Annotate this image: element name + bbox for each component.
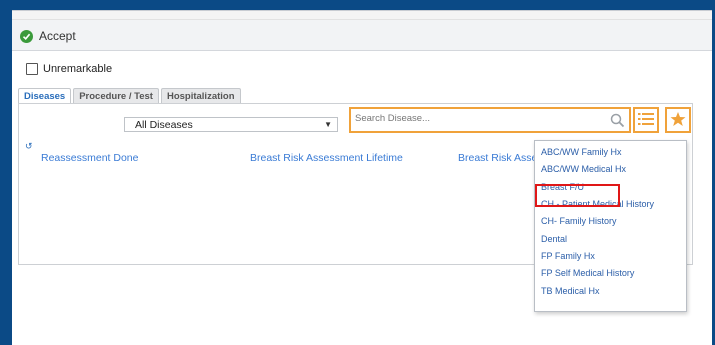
refresh-icon[interactable]: ↺	[25, 141, 33, 152]
chevron-down-icon: ▼	[324, 120, 332, 129]
highlight-annotation-box	[535, 184, 620, 207]
unremarkable-label: Unremarkable	[43, 63, 113, 75]
star-icon	[670, 111, 686, 130]
main-panel: Accept Unremarkable Diseases Procedure /…	[12, 10, 712, 345]
list-icon	[638, 112, 654, 129]
favorites-button[interactable]	[665, 107, 691, 133]
accept-label: Accept	[39, 29, 76, 43]
category-dropdown-menu: ABC/WW Family Hx ABC/WW Medical Hx Breas…	[534, 140, 687, 312]
tab-diseases[interactable]: Diseases	[18, 88, 72, 104]
dropdown-item[interactable]: ABC/WW Medical Hx	[541, 164, 626, 174]
search-icon[interactable]	[610, 113, 625, 131]
disease-link[interactable]: Breast Risk Assessment Lifetime	[250, 152, 403, 164]
toolbar: Accept	[12, 20, 712, 51]
disease-link[interactable]: Reassessment Done	[41, 152, 138, 164]
disease-filter-select[interactable]: All Diseases ▼	[124, 117, 338, 132]
dropdown-item[interactable]: TB Medical Hx	[541, 286, 600, 296]
check-circle-icon	[20, 29, 33, 43]
disease-link[interactable]: Breast Risk Asses	[458, 152, 543, 164]
unremarkable-option[interactable]: Unremarkable	[26, 63, 112, 75]
tab-procedure-test[interactable]: Procedure / Test	[73, 88, 159, 104]
accept-button[interactable]: Accept	[20, 27, 76, 45]
dropdown-item[interactable]: ABC/WW Family Hx	[541, 147, 622, 157]
dropdown-item[interactable]: CH- Family History	[541, 216, 617, 226]
search-disease-placeholder: Search Disease...	[355, 113, 430, 124]
unremarkable-checkbox[interactable]	[26, 63, 38, 75]
top-strip	[12, 11, 712, 20]
dropdown-item[interactable]: FP Family Hx	[541, 251, 595, 261]
dropdown-item[interactable]: Dental	[541, 234, 567, 244]
disease-filter-value: All Diseases	[135, 118, 193, 131]
list-view-button[interactable]	[633, 107, 659, 133]
dropdown-item[interactable]: FP Self Medical History	[541, 268, 634, 278]
search-disease-box[interactable]: Search Disease...	[349, 107, 631, 133]
tab-hospitalization[interactable]: Hospitalization	[160, 88, 241, 104]
tab-bar: Diseases Procedure / Test Hospitalizatio…	[18, 88, 243, 104]
